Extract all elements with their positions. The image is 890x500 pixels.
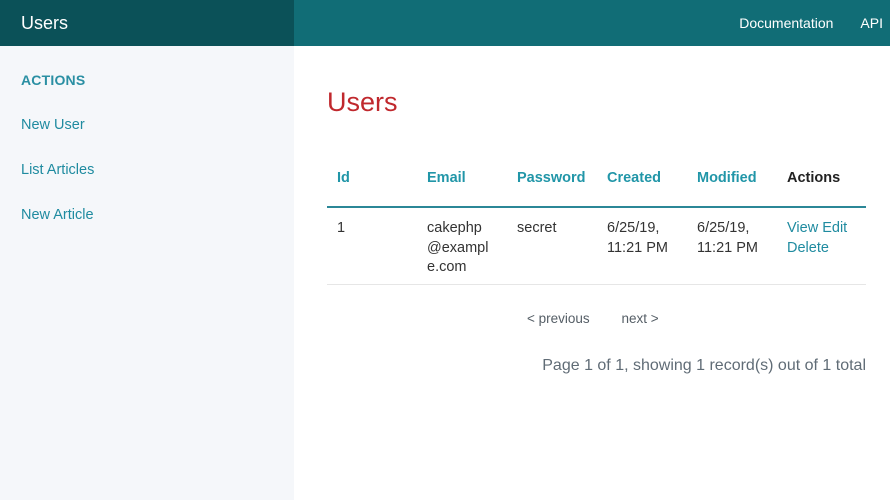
cell-id-value: 1 [337, 220, 346, 236]
column-header-modified[interactable]: Modified [697, 170, 757, 186]
cell-id: 1 [337, 219, 345, 239]
column-header-id[interactable]: Id [337, 170, 350, 186]
delete-link[interactable]: Delete [787, 240, 829, 256]
cell-modified-line: 11:21 PM [697, 239, 758, 256]
users-table: Id Email Password Created Modified Actio… [327, 160, 866, 285]
sidebar-link-new-article[interactable]: New Article [21, 207, 94, 223]
cell-email-line: @exampl [427, 239, 489, 256]
table-header: Id Email Password Created Modified Actio… [327, 160, 866, 208]
nav-documentation-link[interactable]: Documentation [739, 15, 833, 31]
brand-title[interactable]: Users [21, 12, 68, 34]
brand-area: Users [0, 0, 294, 46]
cell-email-line: e.com [427, 259, 467, 275]
next-page-link[interactable]: next > [621, 311, 658, 326]
cell-password-value: secret [517, 220, 557, 236]
previous-page-link[interactable]: < previous [527, 311, 590, 326]
sidebar: ACTIONS New User List Articles New Artic… [0, 46, 294, 500]
sidebar-link-new-user[interactable]: New User [21, 117, 85, 133]
cell-created: 6/25/19, 11:21 PM [607, 219, 668, 258]
cell-email: cakephp @exampl e.com [427, 219, 488, 278]
pagination-counter: Page 1 of 1, showing 1 record(s) out of … [542, 357, 866, 374]
top-bar: Users Documentation API [0, 0, 890, 46]
nav-api-link[interactable]: API [860, 15, 883, 31]
column-header-email[interactable]: Email [427, 170, 466, 186]
cell-modified-line: 6/25/19, [697, 220, 750, 236]
view-link[interactable]: View [787, 220, 818, 236]
column-header-created[interactable]: Created [607, 170, 661, 186]
column-header-password[interactable]: Password [517, 170, 586, 186]
top-nav: Documentation API [712, 0, 890, 46]
sidebar-heading: ACTIONS [21, 72, 86, 88]
cell-modified: 6/25/19, 11:21 PM [697, 219, 758, 258]
actions-line: Delete [787, 239, 847, 259]
cell-actions: View Edit Delete [787, 219, 847, 258]
edit-link[interactable]: Edit [822, 220, 847, 236]
cell-password: secret [517, 219, 557, 239]
sidebar-link-list-articles[interactable]: List Articles [21, 162, 94, 178]
paginator: < previous next > [527, 311, 687, 326]
actions-line: View Edit [787, 219, 847, 239]
page-title: Users [327, 87, 398, 117]
column-header-actions: Actions [787, 170, 841, 186]
table-row: 1 cakephp @exampl e.com secret 6/25/19, … [327, 208, 866, 285]
cell-created-line: 11:21 PM [607, 239, 668, 256]
cell-email-line: cakephp [427, 220, 482, 236]
cell-created-line: 6/25/19, [607, 220, 660, 236]
